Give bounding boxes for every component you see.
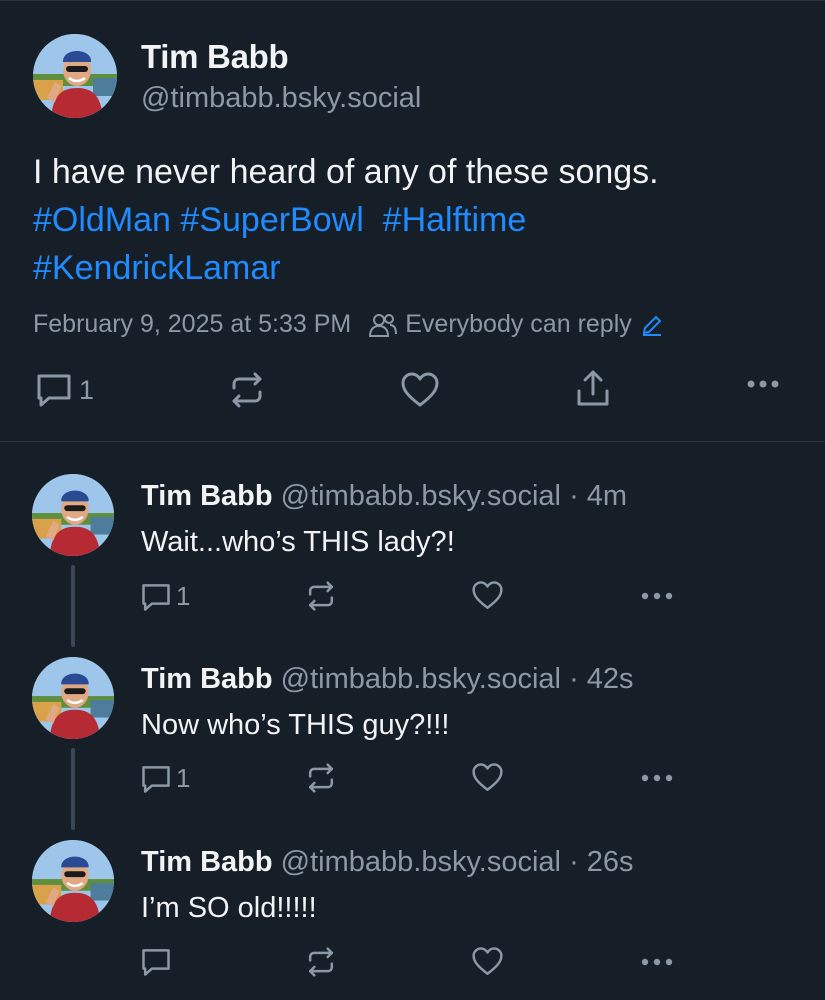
repost-button[interactable]	[305, 581, 337, 611]
pencil-icon[interactable]	[640, 313, 664, 337]
post-timestamp[interactable]: February 9, 2025 at 5:33 PM	[33, 310, 351, 339]
more-icon	[641, 958, 673, 966]
reply-post[interactable]: Tim Babb @timbabb.bsky.social · 26s I’m …	[0, 840, 825, 1000]
author-handle[interactable]: @timbabb.bsky.social	[281, 480, 561, 512]
author-name[interactable]: Tim Babb	[141, 663, 273, 695]
reply-button[interactable]: 1	[140, 763, 190, 794]
repost-button[interactable]	[305, 763, 337, 793]
reply-text: Wait...who’s THIS lady?!	[141, 526, 455, 558]
author-handle[interactable]: @timbabb.bsky.social	[141, 82, 421, 115]
author-name[interactable]: Tim Babb	[141, 480, 273, 512]
author-name[interactable]: Tim Babb	[141, 846, 273, 878]
post-age[interactable]: 26s	[587, 846, 634, 878]
reply-header: Tim Babb @timbabb.bsky.social · 26s	[141, 846, 634, 879]
main-post: Tim Babb @timbabb.bsky.social I have nev…	[0, 0, 825, 442]
author-name[interactable]: Tim Babb	[141, 38, 289, 76]
post-meta: February 9, 2025 at 5:33 PM Everybody ca…	[33, 310, 664, 339]
reply-setting[interactable]: Everybody can reply	[369, 310, 632, 339]
people-icon	[369, 313, 398, 337]
reply-icon	[142, 583, 170, 611]
repost-button[interactable]	[305, 947, 337, 977]
reply-header: Tim Babb @timbabb.bsky.social · 42s	[141, 663, 634, 696]
author-handle[interactable]: @timbabb.bsky.social	[281, 846, 561, 878]
more-button[interactable]	[639, 773, 675, 783]
share-icon	[577, 370, 609, 406]
like-icon	[472, 763, 503, 791]
repost-button[interactable]	[228, 372, 266, 408]
reply-count: 1	[176, 763, 191, 793]
post-age[interactable]: 4m	[587, 480, 627, 512]
more-button[interactable]	[639, 957, 675, 967]
hashtag-line-1: #OldMan #SuperBowl #Halftime	[33, 196, 793, 244]
hashtag-link[interactable]: #KendrickLamar	[33, 249, 281, 287]
post-body: I have never heard of any of these songs…	[33, 153, 659, 191]
hashtag-line-2: #KendrickLamar	[33, 244, 793, 292]
avatar-image	[32, 474, 114, 556]
separator: ·	[569, 846, 579, 878]
author-handle[interactable]: @timbabb.bsky.social	[281, 663, 561, 695]
hashtag-link[interactable]: #SuperBowl	[180, 201, 363, 239]
avatar[interactable]	[32, 840, 114, 922]
reply-count: 1	[79, 374, 95, 405]
thread-line	[71, 748, 75, 830]
reply-button[interactable]: 1	[35, 372, 94, 408]
reply-count: 1	[176, 581, 191, 611]
like-button[interactable]	[471, 762, 504, 793]
avatar-image	[32, 657, 114, 739]
thread-line	[71, 565, 75, 647]
separator: ·	[569, 480, 579, 512]
post-text: I have never heard of any of these songs…	[33, 148, 793, 292]
reply-button[interactable]	[140, 947, 176, 977]
reply-setting-label: Everybody can reply	[405, 310, 632, 338]
like-button[interactable]	[471, 580, 504, 611]
like-icon	[472, 581, 503, 609]
repost-icon	[308, 763, 334, 793]
more-icon	[641, 774, 673, 782]
reply-post[interactable]: Tim Babb @timbabb.bsky.social · 4m Wait.…	[0, 474, 825, 644]
avatar-image	[33, 34, 117, 118]
like-button[interactable]	[471, 946, 504, 977]
reply-button[interactable]: 1	[140, 581, 190, 612]
separator: ·	[569, 663, 579, 695]
repost-icon	[308, 581, 334, 611]
reply-post[interactable]: Tim Babb @timbabb.bsky.social · 42s Now …	[0, 657, 825, 827]
hashtag-link[interactable]: #Halftime	[383, 201, 527, 239]
like-button[interactable]	[400, 371, 440, 409]
repost-icon	[308, 947, 334, 977]
reply-text: I’m SO old!!!!!	[141, 892, 317, 924]
reply-icon	[37, 374, 71, 407]
like-icon	[472, 947, 503, 975]
like-icon	[401, 372, 439, 407]
more-button[interactable]	[639, 591, 675, 601]
share-button[interactable]	[575, 369, 611, 409]
hashtag-link[interactable]: #OldMan	[33, 201, 171, 239]
more-icon	[747, 380, 779, 388]
avatar[interactable]	[32, 474, 114, 556]
reply-icon	[142, 949, 170, 976]
post-age[interactable]: 42s	[587, 663, 634, 695]
avatar[interactable]	[33, 34, 117, 118]
reply-text: Now who’s THIS guy?!!!	[141, 709, 450, 741]
repost-icon	[232, 372, 262, 408]
avatar[interactable]	[32, 657, 114, 739]
more-icon	[641, 592, 673, 600]
reply-header: Tim Babb @timbabb.bsky.social · 4m	[141, 480, 627, 513]
avatar-image	[32, 840, 114, 922]
reply-icon	[142, 765, 170, 793]
more-button[interactable]	[746, 379, 780, 389]
